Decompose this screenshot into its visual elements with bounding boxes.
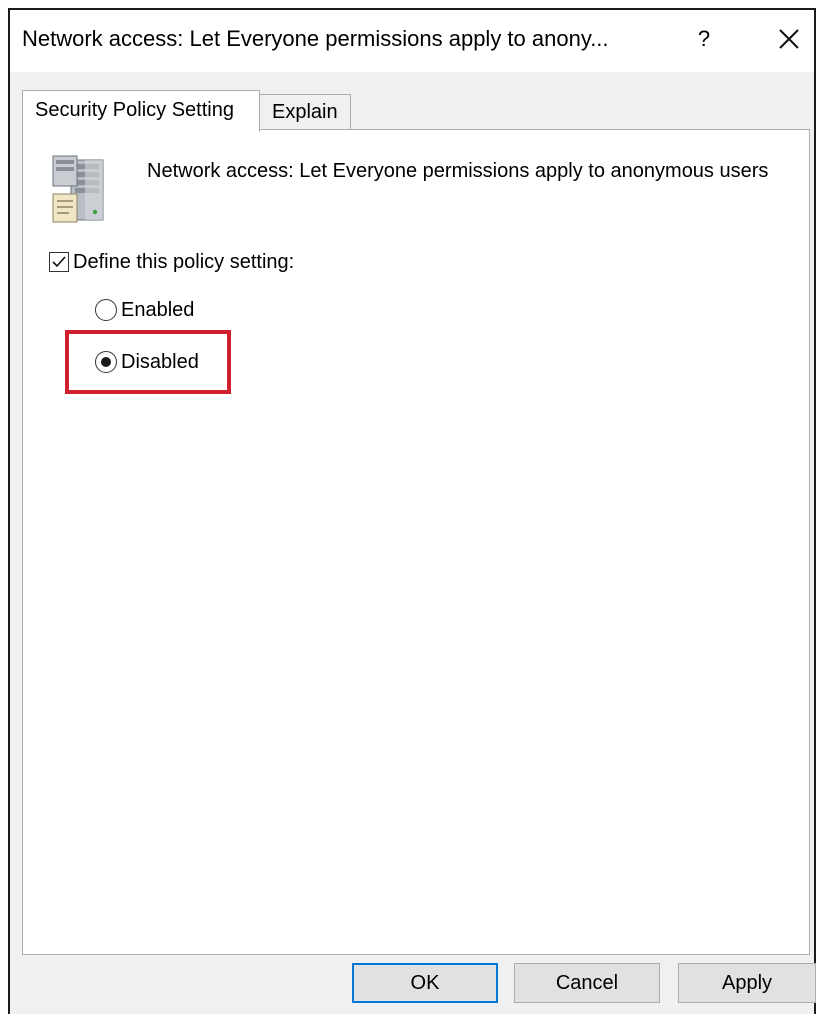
tab-panel-security-policy-setting: Network access: Let Everyone permissions…	[22, 129, 810, 955]
close-icon	[779, 29, 799, 49]
radio-enabled-circle[interactable]	[95, 299, 117, 321]
policy-dialog: Network access: Let Everyone permissions…	[8, 8, 816, 1014]
checkmark-icon	[52, 256, 66, 268]
radio-enabled-label: Enabled	[121, 298, 195, 321]
close-button[interactable]	[772, 22, 806, 56]
ok-button[interactable]: OK	[352, 963, 498, 1003]
title-bar: Network access: Let Everyone permissions…	[10, 10, 814, 72]
window-title: Network access: Let Everyone permissions…	[22, 26, 609, 51]
policy-description: Network access: Let Everyone permissions…	[147, 160, 769, 182]
cancel-button[interactable]: Cancel	[514, 963, 660, 1003]
tab-explain[interactable]: Explain	[260, 94, 351, 130]
radio-enabled[interactable]: Enabled	[95, 296, 194, 324]
apply-button[interactable]: Apply	[678, 963, 816, 1003]
server-policy-icon	[52, 155, 104, 223]
define-policy-row[interactable]: Define this policy setting:	[49, 248, 294, 276]
tab-strip: Security Policy Setting Explain	[22, 90, 812, 132]
tab-security-policy-setting[interactable]: Security Policy Setting	[22, 90, 260, 132]
define-policy-label: Define this policy setting:	[73, 250, 295, 273]
highlight-annotation	[65, 330, 231, 394]
help-button[interactable]: ?	[690, 22, 718, 56]
define-policy-checkbox[interactable]	[49, 252, 69, 272]
